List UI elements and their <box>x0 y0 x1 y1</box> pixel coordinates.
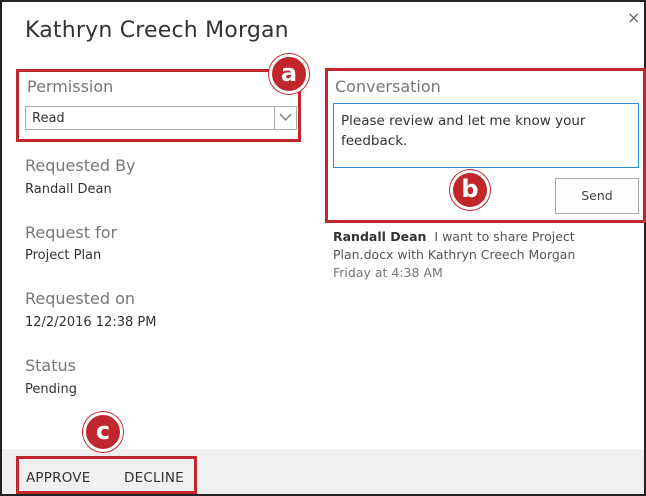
request-for-label: Request for <box>25 223 118 242</box>
callout-box-a <box>16 69 301 142</box>
requested-by-label: Requested By <box>25 156 136 175</box>
conversation-message: Randall Dean I want to share Project Pla… <box>333 228 623 282</box>
message-author: Randall Dean <box>333 229 427 244</box>
dialog-title: Kathryn Creech Morgan <box>25 18 289 43</box>
callout-badge-c: c <box>83 412 123 452</box>
callout-badge-a: a <box>269 54 309 94</box>
requested-on-label: Requested on <box>25 289 136 308</box>
status-value: Pending <box>25 382 77 397</box>
close-icon[interactable]: × <box>627 8 640 27</box>
status-label: Status <box>25 356 76 375</box>
requested-on-value: 12/2/2016 12:38 PM <box>25 315 157 330</box>
message-time: Friday at 4:38 AM <box>333 265 443 280</box>
callout-badge-b: b <box>450 170 490 210</box>
request-for-value: Project Plan <box>25 248 102 263</box>
requested-by-value: Randall Dean <box>25 182 112 197</box>
callout-box-c <box>16 456 197 494</box>
